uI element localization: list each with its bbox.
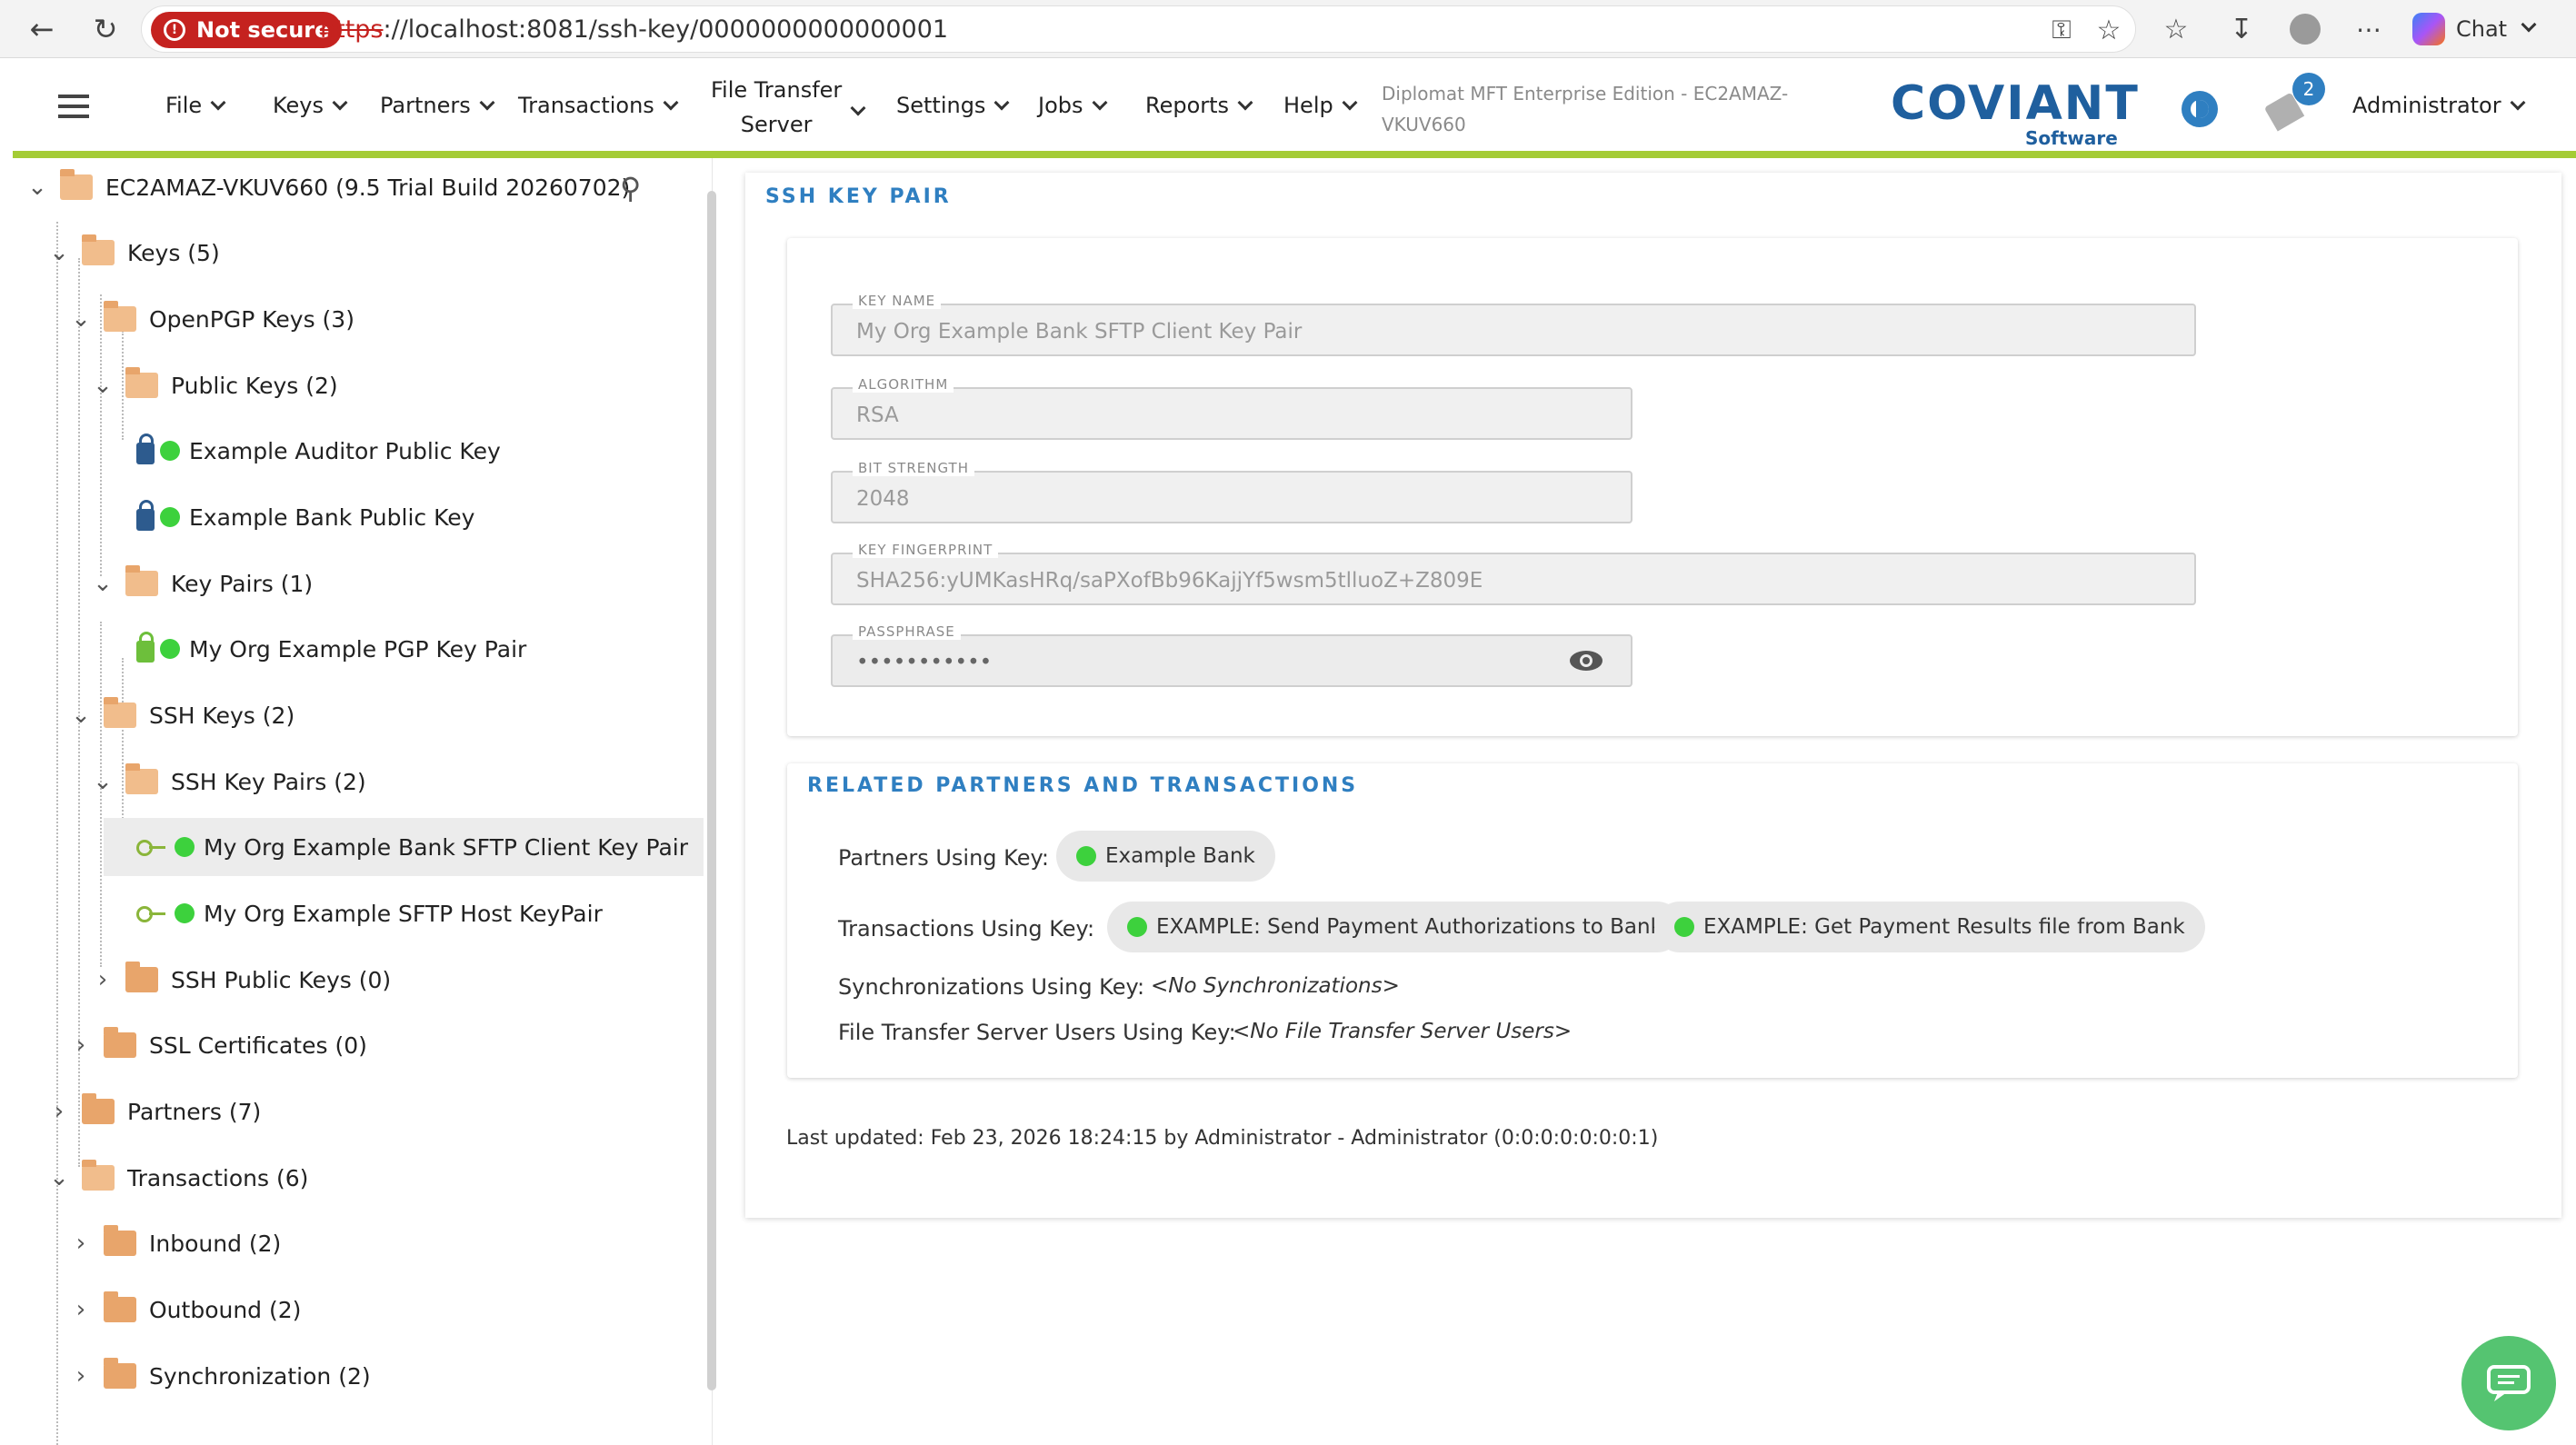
tree-item-key-pairs[interactable]: ⌄ Key Pairs (1) [89,554,313,613]
tree-scrollbar[interactable] [707,191,716,1390]
partner-chip-example-bank[interactable]: Example Bank [1056,831,1275,882]
profile-icon[interactable] [2285,9,2325,49]
related-title: RELATED PARTNERS AND TRANSACTIONS [807,774,1359,797]
hamburger-menu-icon[interactable] [58,95,89,118]
browser-toolbar: ← ↻ ! Not secure https://localhost:8081/… [0,0,2576,58]
lock-icon [136,500,155,531]
last-updated-text: Last updated: Feb 23, 2026 18:24:15 by A… [786,1127,1659,1150]
lock-icon [136,434,155,464]
status-dot [160,639,180,659]
search-icon[interactable]: ⚲ [620,171,641,205]
fts-users-label: File Transfer Server Users Using Key: [838,1020,1236,1045]
status-dot [1127,917,1147,937]
tree-item-ssh-public-keys[interactable]: › SSH Public Keys (0) [89,951,391,1009]
notification-count-badge: 2 [2292,73,2325,105]
header-accent-bar [13,151,2576,158]
nav-reports[interactable]: Reports [1145,93,1253,118]
folder-icon [60,169,93,200]
tree-item-example-auditor-public-key[interactable]: Example Auditor Public Key [136,422,501,480]
app-header: File Keys Partners Transactions File Tra… [0,58,2576,153]
key-details-card: KEY NAME My Org Example Bank SFTP Client … [787,238,2518,736]
tree-root[interactable]: ⌄ EC2AMAZ-VKUV660 (9.5 Trial Build 20260… [24,158,630,216]
lock-icon [136,632,155,663]
transaction-chip-get-payment-results[interactable]: EXAMPLE: Get Payment Results file from B… [1654,902,2205,952]
nav-settings[interactable]: Settings [896,93,1010,118]
partners-label: Partners Using Key: [838,845,1050,871]
reload-icon[interactable]: ↻ [85,9,125,49]
key-name-field[interactable]: KEY NAME My Org Example Bank SFTP Client … [831,293,2196,356]
chat-button[interactable]: Chat [2412,11,2537,47]
synchronizations-label: Synchronizations Using Key: [838,974,1145,1000]
chat-bubble-icon [2487,1365,2531,1401]
star-icon[interactable]: ☆ [2089,10,2129,50]
chevron-down-icon [2521,16,2537,33]
tree-item-ssh-keys[interactable]: ⌄ SSH Keys (2) [67,686,295,744]
navigation-tree: ⌄ EC2AMAZ-VKUV660 (9.5 Trial Build 20260… [13,158,713,1445]
url-text: https://localhost:8081/ssh-key/000000000… [320,15,949,44]
user-menu[interactable]: Administrator [2352,93,2526,118]
tree-item-openpgp-keys[interactable]: ⌄ OpenPGP Keys (3) [67,290,354,348]
not-secure-badge[interactable]: ! Not secure [151,12,343,48]
nav-file-transfer-server[interactable]: File Transfer Server [711,73,842,142]
tree-item-bank-sftp-client-key-pair-selected[interactable]: My Org Example Bank SFTP Client Key Pair [104,818,704,876]
key-icon [136,906,167,922]
tree-item-inbound[interactable]: › Inbound (2) [67,1214,281,1272]
ssh-key-pair-title: SSH KEY PAIR [765,185,952,208]
tree-item-my-org-pgp-key-pair[interactable]: My Org Example PGP Key Pair [136,620,526,678]
nav-transactions[interactable]: Transactions [518,93,679,118]
status-dot [1674,917,1694,937]
transactions-label: Transactions Using Key: [838,916,1095,942]
address-bar[interactable]: ! Not secure https://localhost:8081/ssh-… [141,5,2136,53]
show-password-eye-icon[interactable] [1569,649,1603,673]
tree-item-ssl-certificates[interactable]: › SSL Certificates (0) [67,1016,367,1074]
status-dot [175,903,195,923]
synchronizations-value: <No Synchronizations> [1151,974,1400,998]
transaction-chip-send-payment[interactable]: EXAMPLE: Send Payment Authorizations to … [1107,902,1682,952]
algorithm-field[interactable]: ALGORITHM RSA [831,376,1632,440]
key-icon [136,840,167,856]
nav-file[interactable]: File [165,93,226,118]
status-dot [160,441,180,461]
tree-item-example-bank-public-key[interactable]: Example Bank Public Key [136,488,474,546]
main-content-panel: SSH KEY PAIR KEY NAME My Org Example Bank… [745,173,2561,1218]
coviant-logo: COVIANT Software [1891,76,2140,149]
related-card: RELATED PARTNERS AND TRANSACTIONS Partne… [787,763,2518,1078]
tree-item-synchronization[interactable]: › Synchronization (2) [67,1347,371,1405]
status-dot [1076,846,1096,866]
copilot-icon [2412,13,2445,45]
back-icon[interactable]: ← [22,9,62,49]
shield-warning-icon: ! [164,19,185,41]
key-icon[interactable]: ⚿ [2042,10,2082,50]
status-dot [175,837,195,857]
theme-toggle-icon[interactable] [2182,91,2218,127]
chevron-down-icon [850,100,866,116]
tree-item-outbound[interactable]: › Outbound (2) [67,1281,301,1339]
tree-item-sftp-host-keypair[interactable]: My Org Example SFTP Host KeyPair [136,884,603,942]
status-dot [160,507,180,527]
edition-info: Diplomat MFT Enterprise Edition - EC2AMA… [1382,83,1789,135]
tree-item-transactions[interactable]: ⌄ Transactions (6) [45,1149,308,1207]
fts-users-value: <No File Transfer Server Users> [1233,1020,1573,1043]
favorites-icon[interactable]: ☆ [2156,9,2196,49]
nav-keys[interactable]: Keys [273,93,348,118]
nav-jobs[interactable]: Jobs [1038,93,1107,118]
tree-item-keys[interactable]: ⌄ Keys (5) [45,224,220,282]
more-icon[interactable]: ⋯ [2349,9,2389,49]
tree-item-public-keys[interactable]: ⌄ Public Keys (2) [89,356,338,414]
tree-item-partners[interactable]: › Partners (7) [45,1082,261,1141]
bit-strength-field[interactable]: BIT STRENGTH 2048 [831,460,1632,523]
passphrase-field[interactable]: PASSPHRASE ••••••••••• [831,623,1632,687]
tree-item-ssh-key-pairs[interactable]: ⌄ SSH Key Pairs (2) [89,752,366,811]
nav-help[interactable]: Help [1283,93,1358,118]
nav-partners[interactable]: Partners [380,93,495,118]
key-fingerprint-field[interactable]: KEY FINGERPRINT SHA256:yUMKasHRq/saPXofBb… [831,542,2196,605]
chat-support-button[interactable] [2461,1336,2556,1430]
download-icon[interactable]: ↧ [2222,9,2261,49]
